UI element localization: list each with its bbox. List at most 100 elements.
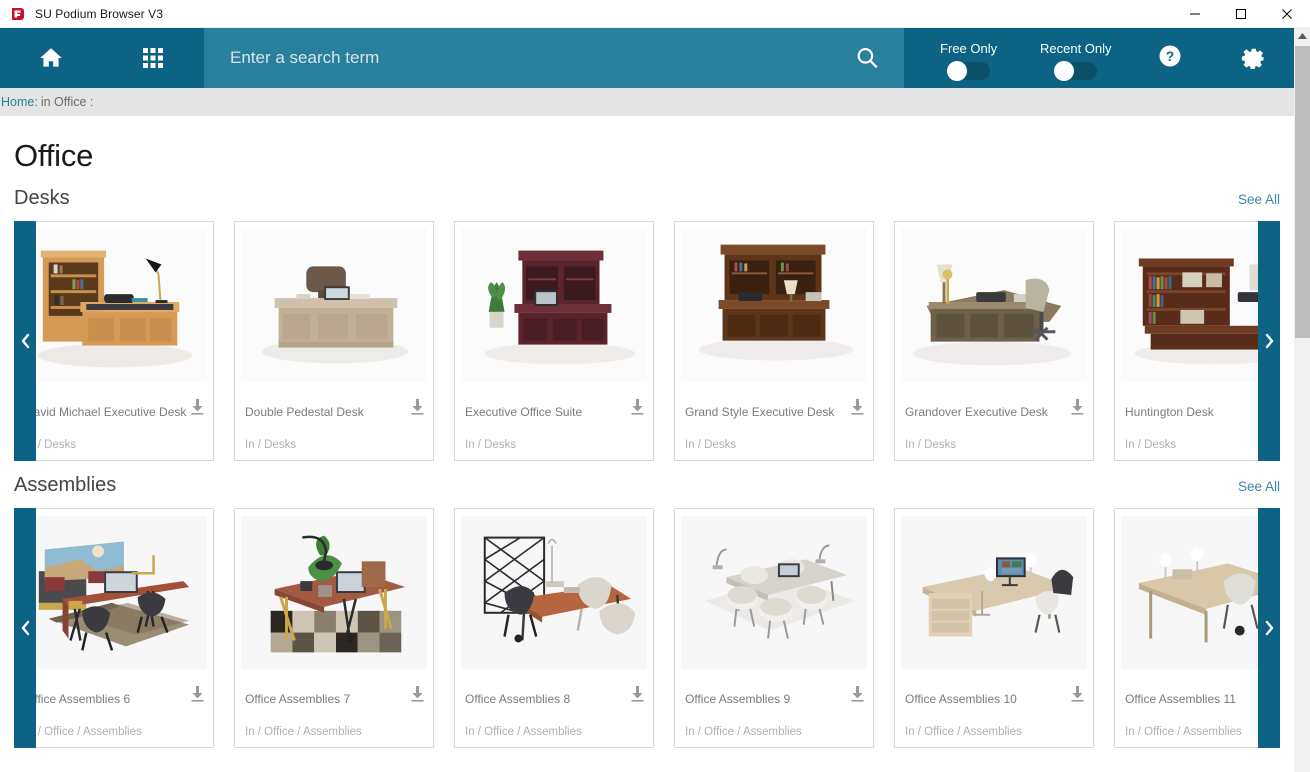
asset-thumbnail: [901, 515, 1087, 670]
download-icon[interactable]: [850, 399, 865, 420]
page-title: Office: [14, 138, 1294, 174]
content-area: Office Desks See All: [0, 138, 1294, 772]
asset-card[interactable]: Grand Style Executive Desk In / Desks: [674, 221, 874, 461]
asset-name: Grand Style Executive Desk: [685, 405, 863, 419]
breadcrumb-home-link[interactable]: Home:: [1, 95, 38, 109]
close-icon[interactable]: [1264, 0, 1310, 28]
download-icon[interactable]: [190, 686, 205, 707]
carousel-next-button[interactable]: [1258, 508, 1280, 748]
home-button[interactable]: [0, 28, 102, 88]
carousel-rail: David Michael Executive Desk In / Desks: [14, 221, 1280, 461]
download-icon[interactable]: [1070, 399, 1085, 420]
gear-icon: [1241, 43, 1267, 74]
title-bar: SU Podium Browser V3: [0, 0, 1310, 28]
recent-only-label: Recent Only: [1040, 41, 1112, 56]
recent-only-toggle[interactable]: Recent Only: [1026, 37, 1125, 80]
asset-meta: Office Assemblies 7 In / Office / Assemb…: [235, 670, 433, 747]
asset-card[interactable]: Executive Office Suite In / Desks: [454, 221, 654, 461]
scroll-up-icon[interactable]: [1295, 28, 1310, 45]
asset-meta: David Michael Executive Desk In / Desks: [15, 383, 213, 460]
asset-name: Office Assemblies 8: [465, 692, 643, 706]
asset-thumbnail: [21, 515, 207, 670]
carousel-prev-button[interactable]: [14, 508, 36, 748]
breadcrumb-current: in Office :: [41, 95, 94, 109]
grid-button[interactable]: [102, 28, 204, 88]
asset-meta: Huntington Desk In / Desks: [1115, 383, 1280, 460]
asset-card[interactable]: David Michael Executive Desk In / Desks: [14, 221, 214, 461]
asset-meta: Office Assemblies 10 In / Office / Assem…: [895, 670, 1093, 747]
asset-meta: Double Pedestal Desk In / Desks: [235, 383, 433, 460]
asset-meta: Office Assemblies 8 In / Office / Assemb…: [455, 670, 653, 747]
section-title: Desks: [14, 187, 70, 210]
podium-logo-icon: [10, 6, 26, 22]
scroll-thumb[interactable]: [1295, 46, 1310, 338]
search-input[interactable]: [230, 48, 854, 68]
asset-card[interactable]: Grandover Executive Desk In / Desks: [894, 221, 1094, 461]
section-title: Assemblies: [14, 474, 116, 497]
carousel-prev-button[interactable]: [14, 221, 36, 461]
section-header: Desks See All: [0, 187, 1294, 210]
asset-card[interactable]: Office Assemblies 10 In / Office / Assem…: [894, 508, 1094, 748]
asset-path: In / Desks: [245, 439, 423, 451]
download-icon[interactable]: [850, 686, 865, 707]
asset-card[interactable]: Office Assemblies 6 In / Office / Assemb…: [14, 508, 214, 748]
recent-only-knob: [1054, 61, 1074, 81]
asset-thumbnail: [1121, 515, 1280, 670]
download-icon[interactable]: [190, 399, 205, 420]
app-frame: Free Only Recent Only ?: [0, 28, 1310, 772]
asset-meta: Executive Office Suite In / Desks: [455, 383, 653, 460]
minimize-icon[interactable]: [1172, 0, 1218, 28]
asset-card[interactable]: Office Assemblies 8 In / Office / Assemb…: [454, 508, 654, 748]
free-only-toggle[interactable]: Free Only: [919, 37, 1018, 80]
asset-path: In / Office / Assemblies: [1125, 726, 1280, 738]
asset-meta: Grand Style Executive Desk In / Desks: [675, 383, 873, 460]
asset-name: Office Assemblies 11: [1125, 692, 1280, 706]
asset-thumbnail: [241, 228, 427, 383]
asset-name: Double Pedestal Desk: [245, 405, 423, 419]
window-controls: [1172, 0, 1310, 28]
section-header: Assemblies See All: [0, 474, 1294, 497]
download-icon[interactable]: [410, 399, 425, 420]
asset-card[interactable]: Huntington Desk In / Desks: [1114, 221, 1280, 461]
asset-name: Executive Office Suite: [465, 405, 643, 419]
asset-card[interactable]: Office Assemblies 7 In / Office / Assemb…: [234, 508, 434, 748]
download-icon[interactable]: [630, 399, 645, 420]
download-icon[interactable]: [410, 686, 425, 707]
section-assemblies: Assemblies See All: [0, 474, 1294, 748]
download-icon[interactable]: [1070, 686, 1085, 707]
vertical-scrollbar[interactable]: [1294, 28, 1310, 772]
see-all-link[interactable]: See All: [1238, 479, 1280, 494]
asset-thumbnail: [901, 228, 1087, 383]
asset-card[interactable]: Office Assemblies 11 In / Office / Assem…: [1114, 508, 1280, 748]
asset-path: In / Desks: [905, 439, 1083, 451]
recent-only-switch[interactable]: [1055, 62, 1097, 80]
carousel-assemblies: Office Assemblies 6 In / Office / Assemb…: [0, 508, 1294, 748]
search-bar[interactable]: [204, 28, 904, 88]
asset-thumbnail: [681, 228, 867, 383]
asset-thumbnail: [1121, 228, 1280, 383]
maximize-icon[interactable]: [1218, 0, 1264, 28]
asset-card[interactable]: Double Pedestal Desk In / Desks: [234, 221, 434, 461]
asset-name: Huntington Desk: [1125, 405, 1280, 419]
free-only-switch[interactable]: [948, 62, 990, 80]
help-icon: ?: [1158, 44, 1182, 73]
breadcrumb: Home: in Office :: [0, 88, 1294, 116]
asset-card[interactable]: Office Assemblies 9 In / Office / Assemb…: [674, 508, 874, 748]
asset-path: In / Desks: [1125, 439, 1280, 451]
search-icon[interactable]: [854, 45, 880, 71]
help-button[interactable]: ?: [1125, 44, 1214, 73]
grid-icon: [142, 47, 164, 69]
asset-name: Grandover Executive Desk: [905, 405, 1083, 419]
asset-meta: Office Assemblies 9 In / Office / Assemb…: [675, 670, 873, 747]
section-desks: Desks See All: [0, 187, 1294, 461]
toolbar-nav-right: Free Only Recent Only ?: [904, 28, 1294, 88]
asset-name: Office Assemblies 9: [685, 692, 863, 706]
settings-button[interactable]: [1215, 43, 1294, 74]
carousel-next-button[interactable]: [1258, 221, 1280, 461]
download-icon[interactable]: [630, 686, 645, 707]
home-icon: [38, 45, 64, 71]
asset-thumbnail: [461, 228, 647, 383]
see-all-link[interactable]: See All: [1238, 192, 1280, 207]
svg-text:?: ?: [1166, 48, 1175, 64]
app-title: SU Podium Browser V3: [35, 7, 163, 21]
